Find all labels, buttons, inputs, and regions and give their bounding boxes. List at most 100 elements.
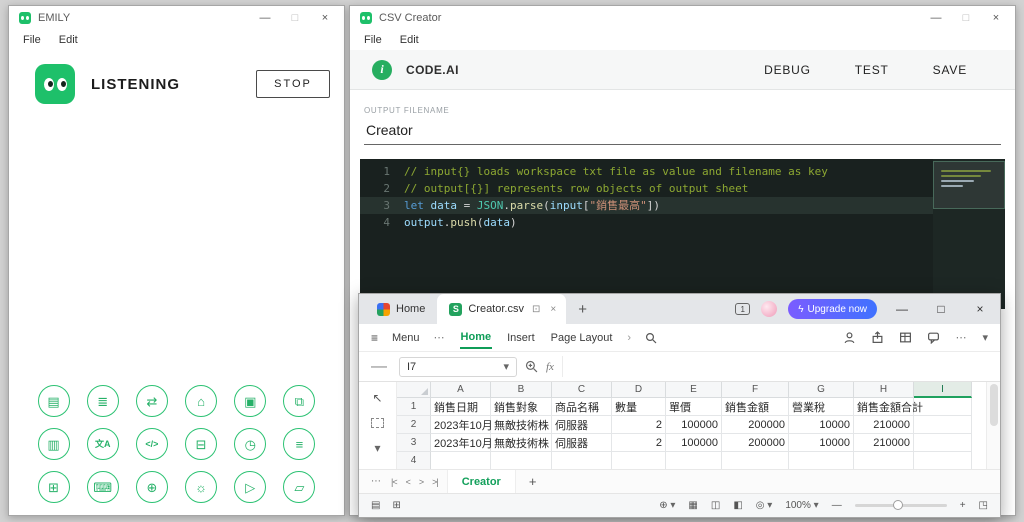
column-header-A[interactable]: A xyxy=(431,382,491,398)
close-button[interactable]: × xyxy=(966,302,994,316)
clipboard-icon[interactable]: ▥ xyxy=(37,428,70,460)
export-icon[interactable] xyxy=(871,331,884,344)
copy-icon[interactable]: ⧉ xyxy=(283,385,316,417)
tab-creator-csv[interactable]: S Creator.csv ⊡ × xyxy=(437,294,567,324)
column-header-I[interactable]: I xyxy=(914,382,972,398)
save-button[interactable]: SAVE xyxy=(933,63,967,77)
code-line[interactable]: 3 let data = JSON.parse(input["銷售最高"]) xyxy=(360,197,1005,214)
tab-close-icon[interactable]: × xyxy=(548,304,558,315)
cell-D3[interactable]: 2 xyxy=(612,434,666,452)
cell-A3[interactable]: 2023年10月 xyxy=(431,434,493,452)
upgrade-button[interactable]: ϟ Upgrade now xyxy=(788,299,877,319)
window-split-icon[interactable]: 1 xyxy=(735,303,751,315)
cell-checker-icon[interactable]: ⊕ ▾ xyxy=(659,500,675,511)
folder-icon[interactable]: ▱ xyxy=(283,471,316,503)
ribbon-tab-home[interactable]: Home xyxy=(459,326,493,349)
column-header-E[interactable]: E xyxy=(666,382,722,398)
menu-edit[interactable]: Edit xyxy=(59,34,78,46)
minimize-button[interactable]: — xyxy=(888,302,916,316)
sheet-tab-creator[interactable]: Creator xyxy=(446,470,516,493)
menu-file[interactable]: File xyxy=(364,34,382,46)
more-icon[interactable]: ⋯ xyxy=(434,331,446,344)
next-sheet-icon[interactable]: > xyxy=(419,477,424,487)
cell-I4[interactable] xyxy=(914,452,972,469)
cell-H3[interactable]: 210000 xyxy=(854,434,914,452)
fullscreen-icon[interactable]: ◳ xyxy=(979,500,988,511)
row-header-2[interactable]: 2 xyxy=(397,416,431,434)
screenshot-icon[interactable]: ▣ xyxy=(234,385,267,417)
cell-A4[interactable] xyxy=(431,452,491,469)
output-filename-input[interactable]: Creator xyxy=(364,115,1001,145)
prev-sheet-icon[interactable]: < xyxy=(406,477,411,487)
close-button[interactable]: × xyxy=(310,12,340,24)
code-icon[interactable]: </> xyxy=(135,428,168,460)
cell-B4[interactable] xyxy=(491,452,552,469)
target-icon[interactable]: ⊕ xyxy=(135,471,168,503)
home-icon[interactable]: ⌂ xyxy=(185,385,218,417)
cell-D1[interactable]: 數量 xyxy=(612,398,666,416)
collapse-icon[interactable]: — xyxy=(367,358,391,376)
cell-E2[interactable]: 100000 xyxy=(666,416,722,434)
sheet-options-icon[interactable]: ⋯ xyxy=(371,476,382,487)
grid-settings-icon[interactable]: ⊞ xyxy=(392,500,400,511)
tab-home[interactable]: Home xyxy=(365,294,437,324)
page-view-icon[interactable]: ◫ xyxy=(711,500,720,511)
minimize-button[interactable]: — xyxy=(921,12,951,24)
list-icon[interactable]: ≣ xyxy=(86,385,119,417)
menu-edit[interactable]: Edit xyxy=(400,34,419,46)
cell-C3[interactable]: 伺服器 xyxy=(552,434,612,452)
maximize-button[interactable]: □ xyxy=(927,302,955,316)
hamburger-icon[interactable]: ≡ xyxy=(371,331,378,345)
split-view-icon[interactable]: ◧ xyxy=(733,500,742,511)
column-header-F[interactable]: F xyxy=(722,382,789,398)
cell-G4[interactable] xyxy=(789,452,854,469)
cell-D4[interactable] xyxy=(612,452,666,469)
translate-icon[interactable]: 文A xyxy=(86,428,119,460)
repeat-icon[interactable]: ⇄ xyxy=(135,385,168,417)
new-document-icon[interactable]: ▤ xyxy=(37,385,70,417)
cell-D2[interactable]: 2 xyxy=(612,416,666,434)
cell-H4[interactable] xyxy=(854,452,914,469)
code-line[interactable]: 1 // input{} loads workspace txt file as … xyxy=(360,163,1005,180)
comment-icon[interactable] xyxy=(927,331,940,344)
test-button[interactable]: TEST xyxy=(855,63,889,77)
cell-G1[interactable]: 營業稅 xyxy=(789,398,854,416)
cell-F3[interactable]: 200000 xyxy=(722,434,789,452)
print-icon[interactable]: ⊟ xyxy=(185,428,218,460)
zoom-out-button[interactable]: — xyxy=(832,500,842,511)
first-sheet-icon[interactable]: |< xyxy=(391,477,398,487)
idea-icon[interactable]: ☼ xyxy=(185,471,218,503)
cell-C1[interactable]: 商品名稱 xyxy=(552,398,612,416)
cell-A1[interactable]: 銷售日期 xyxy=(431,398,491,416)
backstage-icon[interactable]: ▤ xyxy=(371,500,380,511)
search-icon[interactable] xyxy=(645,332,657,344)
code-line[interactable]: 2 // output[{}] represents row objects of… xyxy=(360,180,1005,197)
cell-G2[interactable]: 10000 xyxy=(789,416,854,434)
name-box[interactable]: I7 ▾ xyxy=(399,356,517,377)
collapse-ribbon-icon[interactable]: ▾ xyxy=(982,331,988,344)
column-header-G[interactable]: G xyxy=(789,382,854,398)
code-editor[interactable]: 1 // input{} loads workspace txt file as … xyxy=(360,159,1005,309)
cell-I2[interactable] xyxy=(914,416,972,434)
stop-button[interactable]: STOP xyxy=(256,70,330,98)
debug-button[interactable]: DEBUG xyxy=(764,63,811,77)
zoom-slider-thumb[interactable] xyxy=(893,500,904,510)
ribbon-tab-insert[interactable]: Insert xyxy=(506,327,536,348)
row-header-1[interactable]: 1 xyxy=(397,398,431,416)
cell-H2[interactable]: 210000 xyxy=(854,416,914,434)
row-header-4[interactable]: 4 xyxy=(397,452,431,469)
cell-A2[interactable]: 2023年10月 xyxy=(431,416,493,434)
vertical-scrollbar[interactable] xyxy=(986,382,1000,469)
pointer-icon[interactable]: ↖ xyxy=(372,391,382,405)
archive-icon[interactable]: ⊞ xyxy=(37,471,70,503)
menu-label[interactable]: Menu xyxy=(392,332,420,344)
reading-mode-icon[interactable]: ◎ ▾ xyxy=(756,500,773,511)
zoom-in-button[interactable]: + xyxy=(960,500,966,511)
cell-G3[interactable]: 10000 xyxy=(789,434,854,452)
keyboard-icon[interactable]: ⌨ xyxy=(86,471,119,503)
new-tab-button[interactable]: + xyxy=(566,301,599,318)
selection-box-icon[interactable] xyxy=(371,418,384,428)
add-sheet-button[interactable]: + xyxy=(525,474,541,489)
cell-F2[interactable]: 200000 xyxy=(722,416,789,434)
row-header-3[interactable]: 3 xyxy=(397,434,431,452)
